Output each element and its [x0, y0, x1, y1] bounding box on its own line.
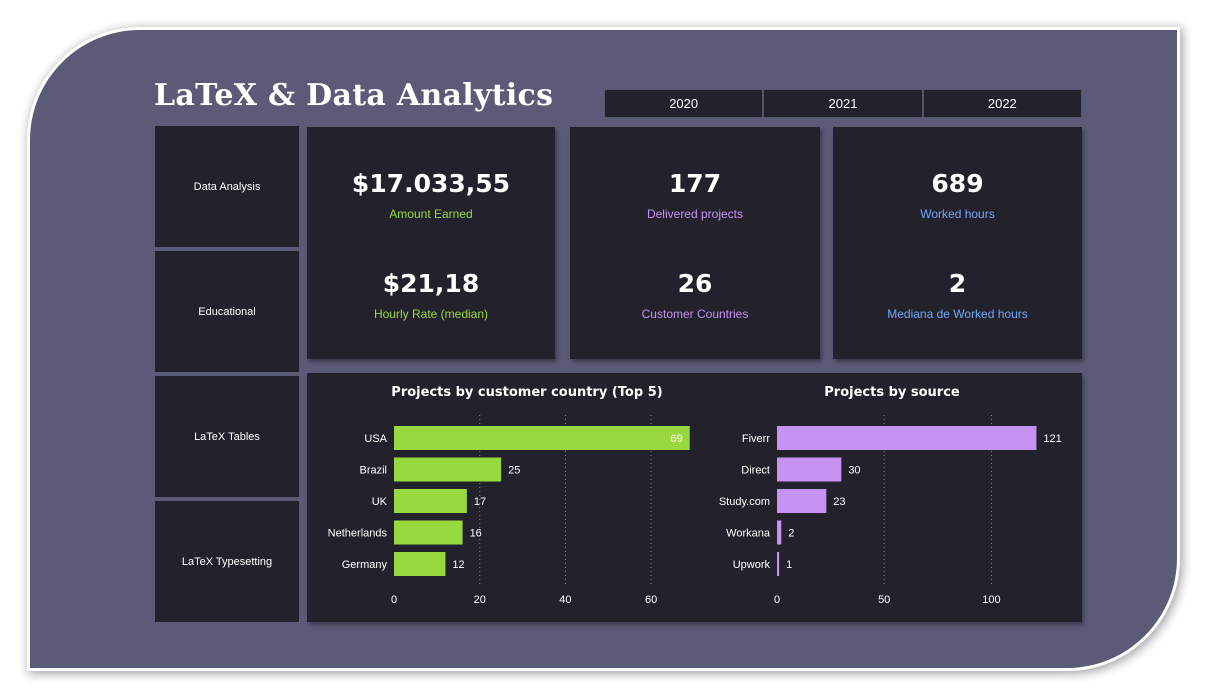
source-data-label: 1 — [786, 559, 792, 571]
kpi-worked-hours: 689 Worked hours — [833, 169, 1082, 221]
source-data-label: 23 — [833, 496, 845, 508]
source-category-label: Study.com — [719, 496, 770, 508]
country-bar — [394, 426, 690, 450]
delivered-projects-label: Delivered projects — [646, 207, 744, 221]
category-latex-tables[interactable]: LaTeX Tables — [155, 376, 299, 497]
customer-countries-value: 26 — [677, 269, 713, 298]
kpi-card-hours: 689 Worked hours 2 Mediana de Worked hou… — [833, 127, 1082, 359]
kpi-card-projects: 177 Delivered projects 26 Customer Count… — [570, 127, 820, 359]
amount-earned-label: Amount Earned — [389, 207, 473, 221]
source-category-label: Fiverr — [742, 433, 770, 445]
source-bar — [777, 426, 1037, 450]
source-bar — [777, 520, 782, 545]
source-category-label: Upwork — [733, 559, 771, 571]
source-category-label: Direct — [741, 465, 770, 477]
kpi-amount-earned: $17.033,55 Amount Earned — [307, 169, 555, 221]
source-bar — [777, 552, 780, 576]
kpi-hourly-rate: $21,18 Hourly Rate (median) — [307, 269, 555, 321]
country-tick-label: 60 — [645, 594, 657, 606]
worked-hours-label: Worked hours — [920, 207, 995, 221]
source-tick-label: 100 — [982, 594, 1000, 606]
source-bar — [777, 489, 827, 513]
country-data-label: 12 — [452, 559, 464, 571]
median-worked-hours-value: 2 — [948, 269, 967, 298]
year-button-2021[interactable]: 2021 — [763, 89, 923, 118]
country-data-label: 25 — [508, 465, 520, 477]
bar-charts: 0 20 40 60USA 69Brazil 25UK 17Netherlands 16Ger… — [328, 415, 1062, 606]
customer-countries-label: Customer Countries — [641, 307, 749, 321]
source-tick-label: 50 — [878, 594, 890, 606]
page-title: LaTeX & Data Analytics — [154, 78, 554, 113]
country-bar — [394, 457, 502, 482]
source-category-label: Workana — [726, 528, 771, 540]
source-data-label: 2 — [788, 528, 794, 540]
kpi-median-worked-hours: 2 Mediana de Worked hours — [833, 269, 1082, 321]
kpi-customer-countries: 26 Customer Countries — [570, 269, 820, 321]
kpi-delivered-projects: 177 Delivered projects — [570, 169, 820, 221]
country-tick-label: 0 — [391, 594, 397, 606]
worked-hours-value: 689 — [931, 169, 984, 198]
country-data-label: 69 — [670, 433, 682, 445]
hourly-rate-value: $21,18 — [382, 269, 480, 298]
delivered-projects-value: 177 — [668, 169, 722, 198]
category-educational[interactable]: Educational — [155, 251, 299, 372]
source-data-label: 121 — [1043, 433, 1061, 445]
kpi-card-earnings: $17.033,55 Amount Earned $21,18 Hourly R… — [307, 127, 555, 359]
country-bar — [394, 489, 467, 513]
source-bar — [777, 457, 842, 482]
source-tick-label: 0 — [774, 594, 780, 606]
country-data-label: 17 — [474, 496, 486, 508]
category-data-analysis[interactable]: Data Analysis — [155, 126, 299, 247]
median-worked-hours-label: Mediana de Worked hours — [887, 307, 1028, 321]
year-button-2020[interactable]: 2020 — [604, 89, 764, 118]
year-button-2022[interactable]: 2022 — [922, 89, 1082, 118]
country-tick-label: 20 — [474, 594, 486, 606]
hourly-rate-label: Hourly Rate (median) — [373, 307, 489, 321]
country-category-label: USA — [364, 433, 387, 445]
country-tick-label: 40 — [559, 594, 571, 606]
country-data-label: 16 — [470, 528, 482, 540]
category-latex-typesetting[interactable]: LaTeX Typesetting — [155, 501, 299, 622]
year-slicer: 2020 2021 2022 — [604, 89, 1082, 118]
country-category-label: Netherlands — [328, 528, 388, 540]
charts-panel: Projects by customer country (Top 5) Pro… — [307, 373, 1082, 622]
country-category-label: Germany — [342, 559, 388, 571]
country-category-label: UK — [372, 496, 388, 508]
source-data-label: 30 — [848, 465, 860, 477]
country-bar — [394, 520, 463, 545]
country-bar — [394, 552, 446, 576]
country-category-label: Brazil — [359, 465, 387, 477]
category-slicer: Data Analysis Educational LaTeX Tables L… — [155, 126, 299, 623]
amount-earned-value: $17.033,55 — [351, 169, 511, 198]
